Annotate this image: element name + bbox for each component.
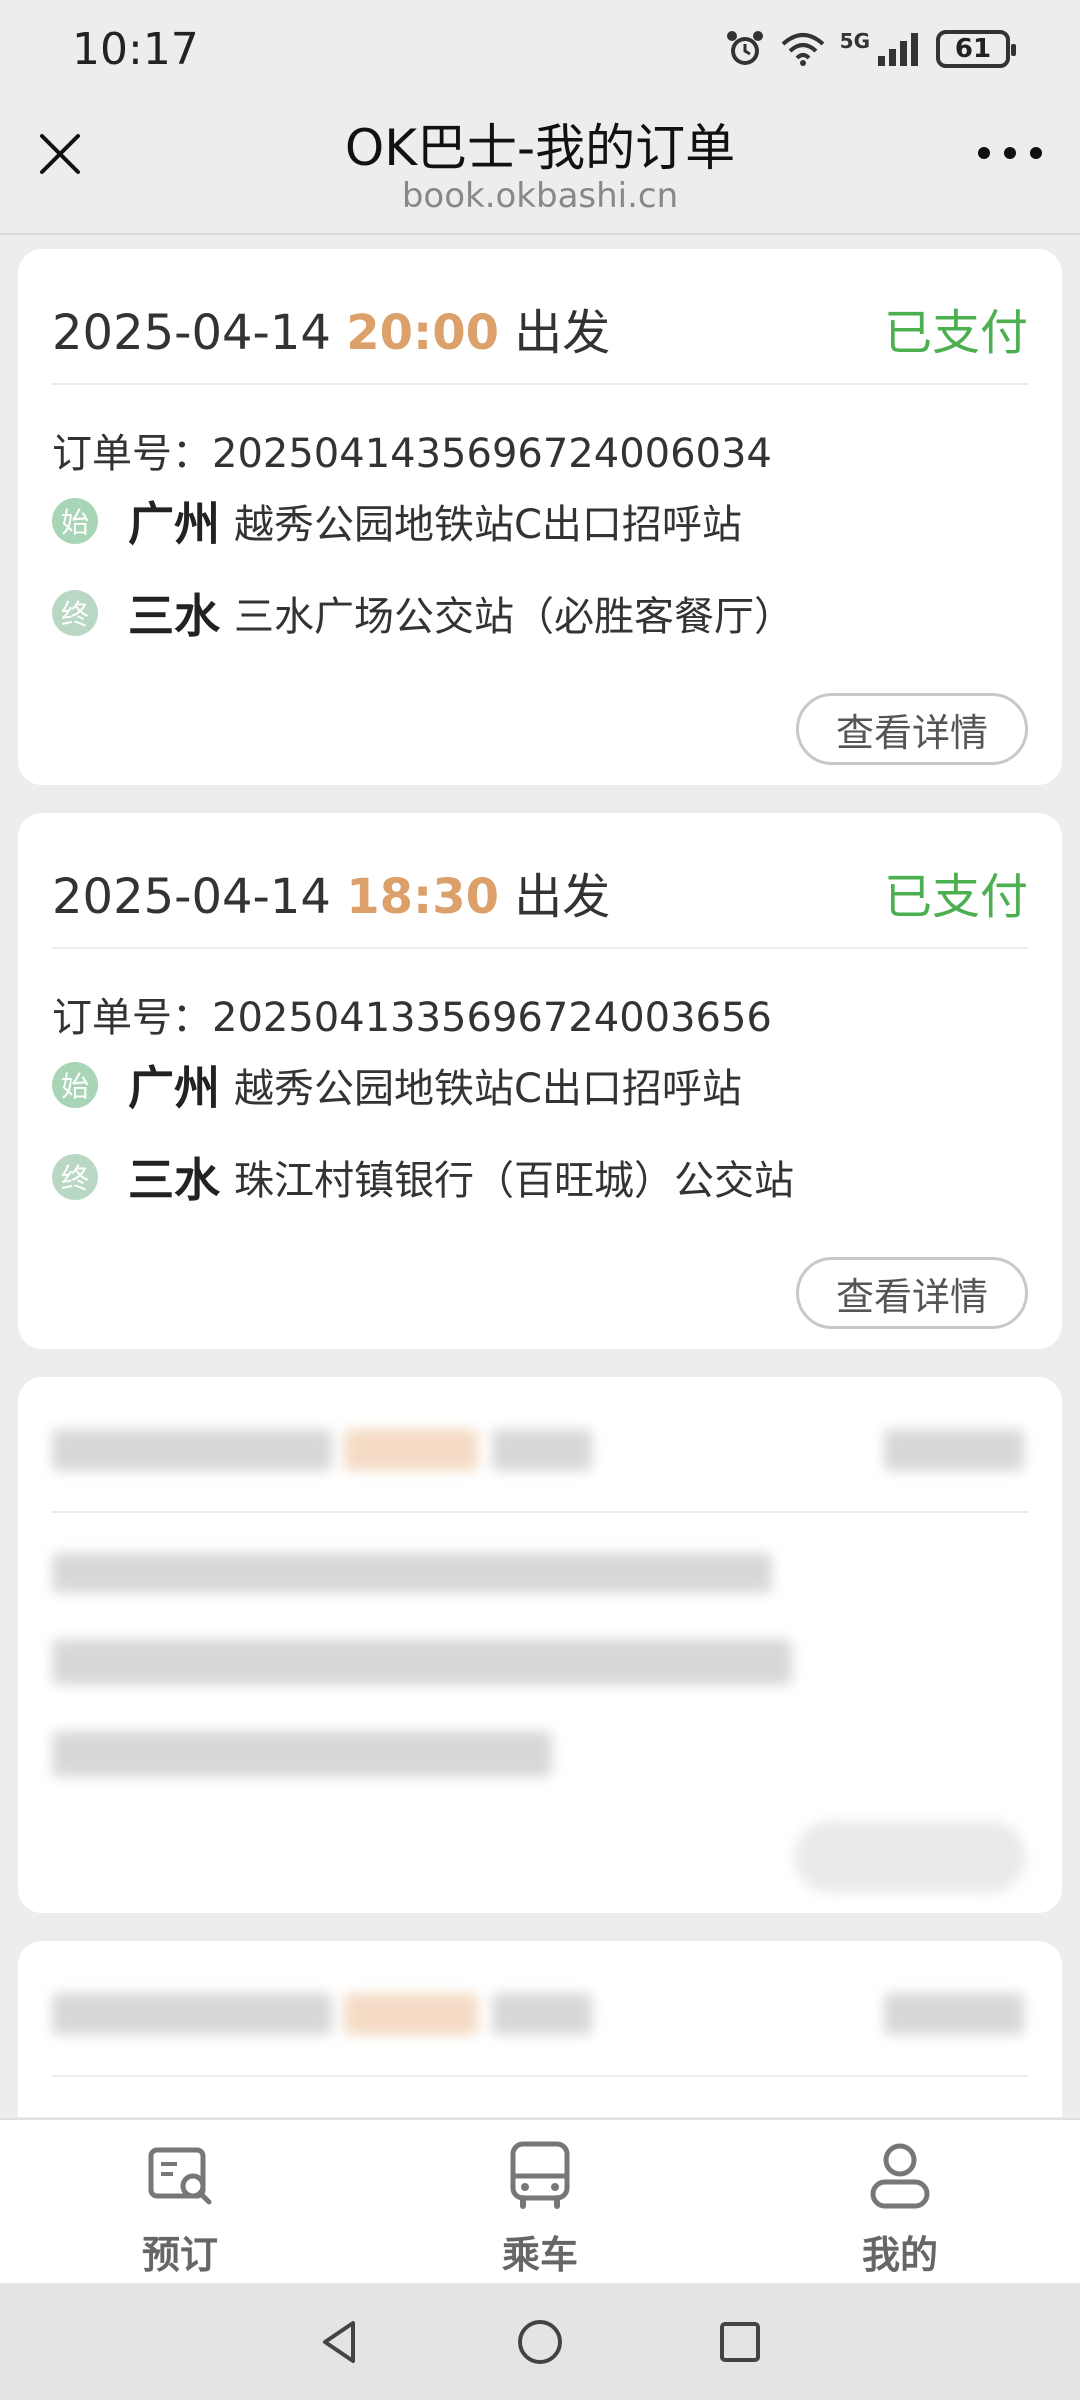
start-badge: 始: [52, 1062, 98, 1108]
order-number-value: 2025041335696724003656: [212, 995, 772, 1041]
alarm-icon: [726, 31, 763, 65]
order-card-blurred: [18, 1941, 1062, 2117]
bottom-tab-bar: 预订 乘车 我的: [0, 2118, 1080, 2283]
blurred-status: [884, 1993, 1024, 2035]
order-number-value: 20250414356967240060​34: [212, 431, 772, 477]
departure-time: 18:30: [346, 869, 500, 925]
departure-suffix: 出发: [514, 305, 611, 361]
blurred-suffix: [492, 1993, 592, 2035]
end-stop-name: 珠江村镇银行（百旺城）公交站: [234, 1158, 794, 1204]
start-city: 广州: [128, 497, 220, 551]
status-bar: 10:17 5G 61: [0, 0, 1080, 100]
page-domain: book.okbashi.cn: [401, 176, 679, 216]
departure-time: 20:00: [346, 305, 500, 361]
end-stop-name: 三水广场公交站（必胜客餐厅）: [234, 594, 794, 640]
end-badge: 终: [52, 1154, 98, 1200]
tab-book[interactable]: 预订: [0, 2120, 360, 2283]
blurred-status: [884, 1429, 1024, 1471]
recents-icon[interactable]: [715, 2317, 765, 2367]
order-list[interactable]: 2025-04-14 20:00 出发 已支付 订单号：202504143569…: [0, 237, 1080, 2117]
tab-ride[interactable]: 乘车: [360, 2120, 720, 2283]
start-city: 广州: [128, 1061, 220, 1115]
status-icons: 5G 61: [724, 28, 1016, 70]
end-stop: 终 三水 珠江村镇银行（百旺城）公交站: [52, 1147, 794, 1207]
order-number-label: 订单号：: [52, 995, 212, 1041]
order-card-header: 2025-04-14 18:30 出发 已支付: [52, 813, 1028, 949]
blurred-detail-button[interactable]: [794, 1821, 1026, 1893]
tab-mine-label: 我的: [861, 2233, 938, 2277]
status-time: 10:17: [72, 24, 199, 75]
order-card-header: 2025-04-14 20:00 出发 已支付: [52, 249, 1028, 385]
order-number: 订单号：2025041335696724003656: [52, 985, 772, 1043]
user-icon: [870, 2143, 930, 2209]
end-stop: 终 三水 三水广场公交站（必胜客餐厅）: [52, 583, 794, 643]
battery-icon: 61: [936, 30, 1016, 68]
system-nav-bar: [0, 2283, 1080, 2400]
order-card: 2025-04-14 18:30 出发 已支付 订单号：202504133569…: [18, 813, 1062, 1349]
view-details-button[interactable]: 查看详情: [796, 693, 1028, 765]
order-card-blurred: [18, 1377, 1062, 1913]
end-city: 三水: [128, 1153, 220, 1207]
start-stop: 始 广州 越秀公园地铁站C出口招呼站: [52, 491, 742, 551]
ticket-search-icon: [148, 2147, 212, 2205]
page-title: OK巴士-我的订单: [344, 119, 736, 177]
home-icon[interactable]: [515, 2317, 565, 2367]
start-stop: 始 广州 越秀公园地铁站C出口招呼站: [52, 1055, 742, 1115]
departure-suffix: 出发: [514, 869, 611, 925]
blurred-date: [52, 1429, 332, 1471]
start-stop-name: 越秀公园地铁站C出口招呼站: [234, 1066, 742, 1112]
signal-icon: [878, 33, 918, 66]
tab-ride-label: 乘车: [501, 2233, 578, 2277]
blurred-suffix: [492, 1429, 592, 1471]
mini-program-nav-bar: OK巴士-我的订单 book.okbashi.cn: [0, 100, 1080, 235]
end-badge: 终: [52, 590, 98, 636]
bus-icon: [510, 2141, 570, 2209]
more-options-icon[interactable]: [978, 138, 1042, 168]
status-badge: 已支付: [883, 869, 1028, 925]
departure-datetime: 2025-04-14 20:00 出发: [52, 293, 610, 363]
start-stop-name: 越秀公园地铁站C出口招呼站: [234, 502, 742, 548]
end-city: 三水: [128, 589, 220, 643]
blurred-order-number: [52, 1553, 772, 1593]
order-number-label: 订单号：: [52, 431, 212, 477]
status-badge: 已支付: [883, 305, 1028, 361]
blurred-start-stop: [52, 1639, 792, 1685]
network-label: 5G: [839, 29, 870, 53]
order-card: 2025-04-14 20:00 出发 已支付 订单号：202504143569…: [18, 249, 1062, 785]
back-icon[interactable]: [315, 2317, 365, 2367]
wifi-icon: [781, 33, 824, 66]
view-details-button[interactable]: 查看详情: [796, 1257, 1028, 1329]
tab-book-label: 预订: [141, 2233, 218, 2277]
departure-date: 2025-04-14: [52, 869, 331, 925]
departure-date: 2025-04-14: [52, 305, 331, 361]
start-badge: 始: [52, 498, 98, 544]
blurred-end-stop: [52, 1731, 552, 1777]
departure-datetime: 2025-04-14 18:30 出发: [52, 857, 610, 927]
blurred-time: [344, 1993, 478, 2035]
order-number: 订单号：20250414356967240060​34: [52, 421, 772, 479]
blurred-time: [344, 1429, 478, 1471]
tab-mine[interactable]: 我的: [720, 2120, 1080, 2283]
blurred-date: [52, 1993, 332, 2035]
